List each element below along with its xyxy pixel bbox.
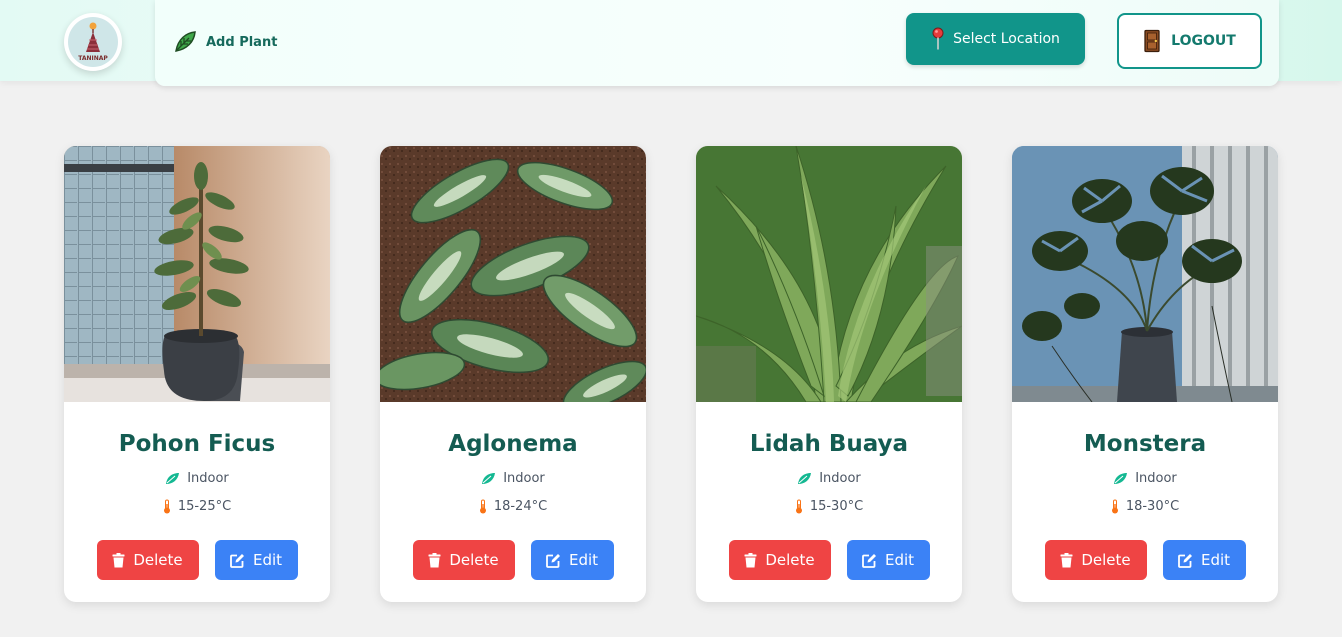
edit-button[interactable]: Edit	[530, 540, 614, 580]
aglonema-leaves-photo	[380, 146, 646, 402]
plant-temp-label: 18-30°C	[1125, 498, 1180, 514]
thermometer-icon	[479, 499, 486, 513]
delete-button[interactable]: Delete	[412, 540, 515, 580]
plant-type: Indoor	[64, 468, 330, 488]
plant-name: Pohon Ficus	[118, 431, 276, 457]
delete-label: Delete	[133, 551, 183, 569]
card-body: Pohon Ficus Indoor 15-25°C Delete Edit	[64, 402, 330, 580]
leaf-icon	[175, 31, 196, 52]
plant-name: Lidah Buaya	[749, 431, 909, 457]
plant-type: Indoor	[380, 468, 646, 488]
card-body: Monstera Indoor 18-30°C Delete Edit	[1012, 402, 1278, 580]
card-body: Lidah Buaya Indoor 15-30°C Delete Edit	[696, 402, 962, 580]
edit-icon	[230, 553, 244, 568]
door-icon	[1144, 29, 1160, 53]
card-actions: Delete Edit	[64, 540, 330, 580]
edit-icon	[1178, 553, 1192, 568]
plant-temperature: 18-24°C	[380, 496, 646, 516]
logout-button[interactable]: LOGOUT	[1117, 13, 1262, 69]
edit-label: Edit	[252, 551, 283, 569]
plant-type: Indoor	[1012, 468, 1278, 488]
plant-temperature: 18-30°C	[1012, 496, 1278, 516]
ficus-potted-photo	[64, 146, 330, 402]
logo-text: TANINAP	[78, 55, 108, 62]
plant-card: Aglonema Indoor 18-24°C Delete Edit	[380, 146, 646, 602]
pin-icon	[932, 27, 944, 50]
delete-button[interactable]: Delete	[728, 540, 831, 580]
plant-card: Monstera Indoor 18-30°C Delete Edit	[1012, 146, 1278, 602]
select-location-button[interactable]: Select Location	[906, 13, 1085, 65]
card-body: Aglonema Indoor 18-24°C Delete Edit	[380, 402, 646, 580]
leaf-icon	[482, 472, 496, 484]
logo-badge: TANINAP	[68, 17, 118, 67]
logout-label: LOGOUT	[1171, 33, 1236, 49]
trash-icon	[112, 552, 125, 567]
edit-label: Edit	[568, 551, 599, 569]
edit-icon	[862, 553, 876, 568]
card-actions: Delete Edit	[380, 540, 646, 580]
app-logo[interactable]: TANINAP	[64, 13, 122, 71]
delete-button[interactable]: Delete	[96, 540, 199, 580]
edit-button[interactable]: Edit	[1162, 540, 1246, 580]
plant-temp-label: 15-30°C	[809, 498, 864, 514]
delete-label: Delete	[1081, 551, 1131, 569]
plant-type-label: Indoor	[187, 470, 229, 486]
select-location-label: Select Location	[953, 31, 1060, 47]
trash-icon	[428, 552, 441, 567]
plant-card: Lidah Buaya Indoor 15-30°C Delete Edit	[696, 146, 962, 602]
plant-temperature: 15-25°C	[64, 496, 330, 516]
navbar: Add Plant Select Location LOGOUT	[155, 0, 1279, 86]
delete-label: Delete	[449, 551, 499, 569]
monstera-potted-photo	[1012, 146, 1278, 402]
plant-type-label: Indoor	[503, 470, 545, 486]
plant-name: Monstera	[1083, 431, 1207, 457]
delete-label: Delete	[765, 551, 815, 569]
plant-card: Pohon Ficus Indoor 15-25°C Delete Edit	[64, 146, 330, 602]
edit-label: Edit	[884, 551, 915, 569]
plant-name: Aglonema	[448, 431, 578, 457]
plant-type-label: Indoor	[819, 470, 861, 486]
add-plant-label: Add Plant	[206, 34, 278, 50]
trash-icon	[1060, 552, 1073, 567]
thermometer-icon	[163, 499, 170, 513]
plant-temp-label: 18-24°C	[493, 498, 548, 514]
card-actions: Delete Edit	[696, 540, 962, 580]
aloe-vera-photo	[696, 146, 962, 402]
edit-button[interactable]: Edit	[846, 540, 930, 580]
card-actions: Delete Edit	[1012, 540, 1278, 580]
edit-button[interactable]: Edit	[214, 540, 298, 580]
logo-figure-icon	[86, 22, 100, 52]
edit-label: Edit	[1200, 551, 1231, 569]
thermometer-icon	[1111, 499, 1118, 513]
edit-icon	[546, 553, 560, 568]
add-plant-link[interactable]: Add Plant	[172, 28, 277, 56]
plant-type: Indoor	[696, 468, 962, 488]
plant-temp-label: 15-25°C	[177, 498, 232, 514]
plant-temperature: 15-30°C	[696, 496, 962, 516]
leaf-icon	[1114, 472, 1128, 484]
trash-icon	[744, 552, 757, 567]
leaf-icon	[166, 472, 180, 484]
thermometer-icon	[795, 499, 802, 513]
delete-button[interactable]: Delete	[1044, 540, 1147, 580]
plant-type-label: Indoor	[1135, 470, 1177, 486]
leaf-icon	[798, 472, 812, 484]
